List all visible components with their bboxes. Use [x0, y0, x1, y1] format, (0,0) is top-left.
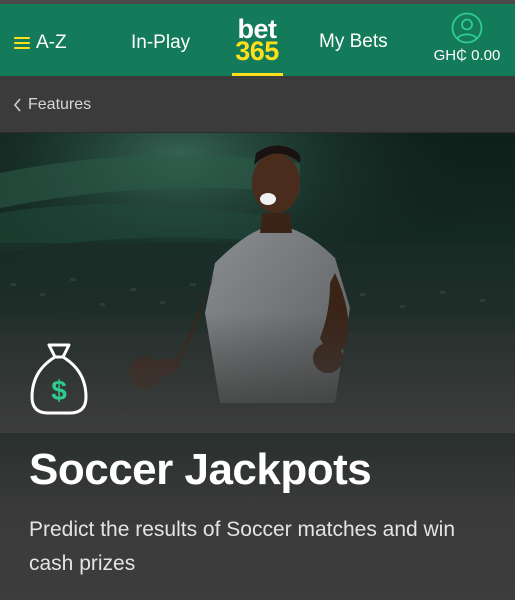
breadcrumb-label: Features — [28, 96, 92, 113]
breadcrumb-bar: Features — [0, 76, 515, 133]
hero-banner: $ Soccer Jackpots Predict the results of… — [0, 133, 515, 600]
account-balance: GH₵ 0.00 — [433, 47, 501, 64]
hamburger-icon — [14, 36, 30, 50]
top-navigation-bar: A-Z In-Play bet 365 My Bets GH₵ 0.00 — [0, 0, 515, 76]
page-title: Soccer Jackpots — [29, 445, 372, 494]
money-bag-icon: $ — [30, 343, 88, 415]
logo-bottom-text: 365 — [235, 36, 279, 66]
account-button[interactable]: GH₵ 0.00 — [430, 12, 504, 74]
chevron-left-icon — [13, 98, 21, 112]
user-circle-icon — [451, 12, 483, 44]
svg-text:$: $ — [51, 375, 67, 406]
bet365-logo[interactable]: bet 365 — [228, 16, 286, 76]
az-menu-button[interactable]: A-Z — [14, 33, 67, 52]
az-menu-label: A-Z — [36, 32, 67, 53]
in-play-link[interactable]: In-Play — [131, 33, 190, 52]
hero-description: Predict the results of Soccer matches an… — [29, 518, 456, 575]
my-bets-link[interactable]: My Bets — [319, 32, 388, 51]
back-to-features-link[interactable]: Features — [13, 96, 91, 114]
